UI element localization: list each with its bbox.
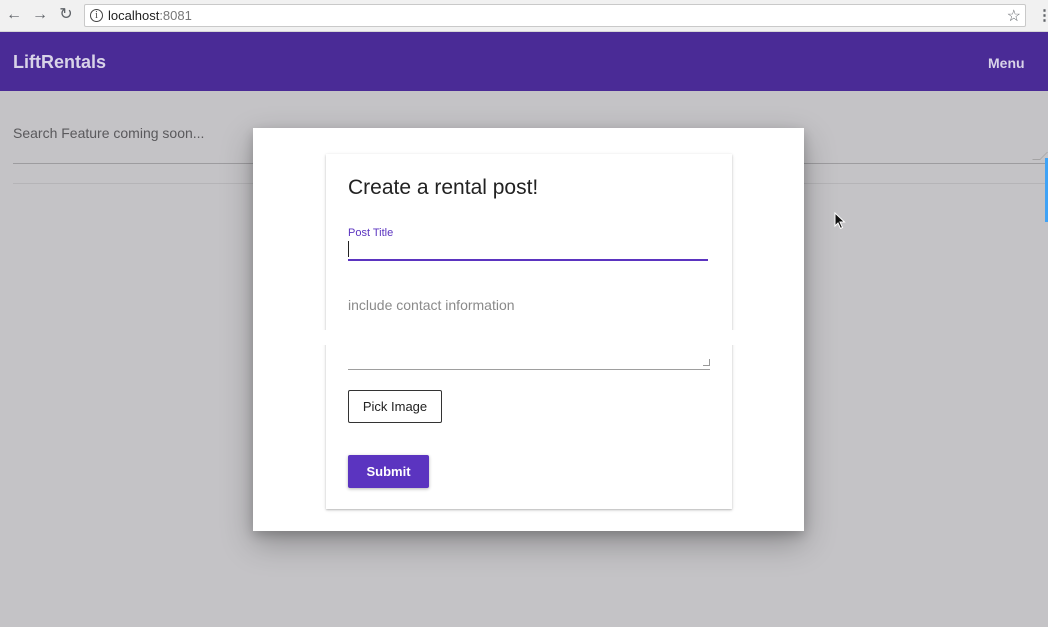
submit-button[interactable]: Submit [348, 455, 429, 488]
post-title-label: Post Title [348, 227, 394, 239]
arrow-right-icon[interactable]: → [31, 6, 49, 24]
post-title-input[interactable] [348, 240, 708, 261]
search-placeholder: Search Feature coming soon... [13, 125, 205, 141]
create-post-card: Create a rental post! Post Title Pick Im… [320, 154, 738, 509]
kebab-icon[interactable]: ⋮ [1037, 6, 1048, 24]
textarea-resize-icon[interactable] [703, 359, 710, 366]
address-bar[interactable]: i localhost:8081 ☆ [84, 4, 1026, 27]
text-caret [348, 241, 349, 257]
brand-title[interactable]: LiftRentals [13, 52, 106, 73]
arrow-left-icon[interactable]: ← [5, 6, 23, 24]
browser-toolbar: ← → ↻ i localhost:8081 ☆ ⋮ [0, 0, 1048, 32]
description-textarea[interactable] [348, 289, 710, 370]
modal-title: Create a rental post! [348, 176, 539, 199]
reload-icon[interactable]: ↻ [57, 6, 75, 24]
star-icon[interactable]: ☆ [1007, 6, 1021, 26]
create-post-modal: Create a rental post! Post Title Pick Im… [253, 128, 804, 531]
url-port: :8081 [159, 8, 192, 23]
url-host: localhost [108, 8, 160, 23]
menu-button[interactable]: Menu [988, 55, 1025, 71]
pick-image-button[interactable]: Pick Image [348, 390, 442, 423]
url-text: localhost:8081 [108, 8, 192, 23]
app-bar: LiftRentals Menu [0, 32, 1048, 91]
info-icon[interactable]: i [90, 9, 103, 22]
